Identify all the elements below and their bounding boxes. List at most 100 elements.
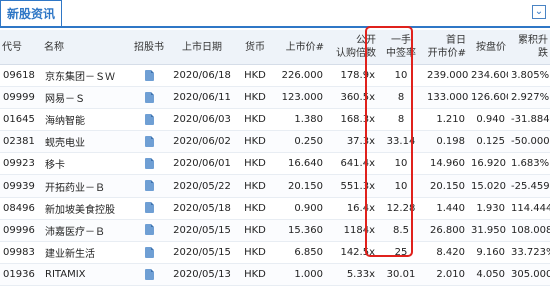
table-row[interactable]: 08496 新加坡美食控股 2020/05/18 HKD 0.900 16.4x 12.28… bbox=[0, 197, 550, 220]
column-header-name[interactable]: 名称 bbox=[42, 30, 130, 65]
first-day-open: 1.440 bbox=[424, 197, 468, 220]
table-row[interactable]: 01936 RITAMIX 2020/05/13 HKD 1.000 5.33x 30.01… bbox=[0, 263, 550, 286]
listing-date: 2020/05/13 bbox=[168, 263, 236, 286]
prospectus-document-icon[interactable] bbox=[144, 69, 154, 81]
stock-code[interactable]: 09999 bbox=[0, 86, 42, 110]
table-row[interactable]: 09939 开拓药业－Ｂ 2020/05/22 HKD 20.150 551.3x 10 20… bbox=[0, 174, 550, 198]
prospectus-link[interactable] bbox=[130, 241, 168, 264]
stock-code[interactable]: 09618 bbox=[0, 64, 42, 88]
stock-name[interactable]: RITAMIX bbox=[42, 263, 130, 286]
prospectus-link[interactable] bbox=[130, 108, 168, 132]
lot-success-rate: 8 bbox=[378, 108, 424, 132]
stock-code[interactable]: 02381 bbox=[0, 130, 42, 154]
listing-date: 2020/05/15 bbox=[168, 219, 236, 242]
prospectus-document-icon[interactable] bbox=[144, 158, 154, 170]
prospectus-document-icon[interactable] bbox=[144, 113, 154, 125]
tab-new-stock-info[interactable]: 新股资讯 bbox=[0, 0, 62, 26]
column-header-prospectus[interactable]: 招股书 bbox=[130, 30, 168, 65]
first-day-open: 239.000 bbox=[424, 64, 468, 88]
stock-code[interactable]: 01645 bbox=[0, 108, 42, 132]
last-price: 4.050 bbox=[468, 263, 508, 286]
prospectus-document-icon[interactable] bbox=[144, 224, 154, 236]
last-price: 15.020 bbox=[468, 174, 508, 198]
table-row[interactable]: 09923 移卡 2020/06/01 HKD 16.640 641.4x 10 14.960… bbox=[0, 152, 550, 176]
prospectus-document-icon[interactable] bbox=[144, 91, 154, 103]
table-row[interactable]: 09983 建业新生活 2020/05/15 HKD 6.850 142.5x 25 8.42… bbox=[0, 241, 550, 264]
prospectus-document-icon[interactable] bbox=[144, 202, 154, 214]
column-header-cumulative-change[interactable]: 累积升跌 bbox=[508, 30, 550, 65]
lot-success-rate: 10 bbox=[378, 64, 424, 88]
column-header-first-day-open[interactable]: 首日 开市价# bbox=[424, 30, 468, 65]
currency: HKD bbox=[236, 174, 274, 198]
table-row[interactable]: 09996 沛嘉医疗－Ｂ 2020/05/15 HKD 15.360 1184x 8.5 26… bbox=[0, 219, 550, 242]
lot-success-rate: 8.5 bbox=[378, 219, 424, 242]
prospectus-link[interactable] bbox=[130, 130, 168, 154]
section-header: 新股资讯 ⌄ bbox=[0, 0, 550, 28]
stock-code[interactable]: 09923 bbox=[0, 152, 42, 176]
prospectus-link[interactable] bbox=[130, 197, 168, 220]
last-price: 126.600 bbox=[468, 86, 508, 110]
currency: HKD bbox=[236, 263, 274, 286]
stock-name[interactable]: 京东集团－ＳＷ bbox=[42, 64, 130, 88]
column-header-lot-rate[interactable]: 一手 中签率 bbox=[378, 30, 424, 65]
stock-code[interactable]: 09983 bbox=[0, 241, 42, 264]
prospectus-document-icon[interactable] bbox=[144, 136, 154, 148]
lot-success-rate: 10 bbox=[378, 174, 424, 198]
listing-date: 2020/06/18 bbox=[168, 64, 236, 88]
listing-price: 20.150 bbox=[274, 174, 326, 198]
prospectus-document-icon[interactable] bbox=[144, 246, 154, 258]
chevron-down-icon[interactable]: ⌄ bbox=[532, 5, 546, 19]
prospectus-link[interactable] bbox=[130, 86, 168, 110]
first-day-open: 26.800 bbox=[424, 219, 468, 242]
currency: HKD bbox=[236, 108, 274, 132]
lot-success-rate: 8 bbox=[378, 86, 424, 110]
first-day-open: 2.010 bbox=[424, 263, 468, 286]
last-price: 31.950 bbox=[468, 219, 508, 242]
stock-name[interactable]: 蚬壳电业 bbox=[42, 130, 130, 154]
cumulative-change: 108.008% bbox=[508, 219, 550, 242]
stock-code[interactable]: 08496 bbox=[0, 197, 42, 220]
subscription-multiple: 178.9x bbox=[326, 64, 378, 88]
column-header-subscription[interactable]: 公开 认购倍数 bbox=[326, 30, 378, 65]
stock-name[interactable]: 移卡 bbox=[42, 152, 130, 176]
column-header-last-price[interactable]: 按盘价 bbox=[468, 30, 508, 65]
prospectus-link[interactable] bbox=[130, 152, 168, 176]
stock-name[interactable]: 开拓药业－Ｂ bbox=[42, 174, 130, 198]
listing-date: 2020/05/18 bbox=[168, 197, 236, 220]
stock-code[interactable]: 09939 bbox=[0, 174, 42, 198]
first-day-open: 14.960 bbox=[424, 152, 468, 176]
cumulative-change: 114.444% bbox=[508, 197, 550, 220]
column-header-listing-date[interactable]: 上市日期 bbox=[168, 30, 236, 65]
lot-success-rate: 12.28 bbox=[378, 197, 424, 220]
last-price: 0.940 bbox=[468, 108, 508, 132]
currency: HKD bbox=[236, 197, 274, 220]
table-row[interactable]: 02381 蚬壳电业 2020/06/02 HKD 0.250 37.3x 33.14 0.1… bbox=[0, 130, 550, 154]
prospectus-link[interactable] bbox=[130, 263, 168, 286]
listing-price: 1.000 bbox=[274, 263, 326, 286]
stock-name[interactable]: 海纳智能 bbox=[42, 108, 130, 132]
prospectus-document-icon[interactable] bbox=[144, 180, 154, 192]
table-row[interactable]: 01645 海纳智能 2020/06/03 HKD 1.380 168.3x 8 1.210 0… bbox=[0, 108, 550, 132]
stock-name[interactable]: 新加坡美食控股 bbox=[42, 197, 130, 220]
first-day-open: 133.000 bbox=[424, 86, 468, 110]
stock-code[interactable]: 09996 bbox=[0, 219, 42, 242]
last-price: 0.125 bbox=[468, 130, 508, 154]
prospectus-document-icon[interactable] bbox=[144, 268, 154, 280]
table-row[interactable]: 09618 京东集团－ＳＷ 2020/06/18 HKD 226.000 178.9x 10… bbox=[0, 64, 550, 88]
stock-name[interactable]: 沛嘉医疗－Ｂ bbox=[42, 219, 130, 242]
subscription-multiple: 37.3x bbox=[326, 130, 378, 154]
stock-name[interactable]: 网易－Ｓ bbox=[42, 86, 130, 110]
stock-code[interactable]: 01936 bbox=[0, 263, 42, 286]
cumulative-change: 2.927% bbox=[508, 86, 550, 110]
column-header-code[interactable]: 代号 bbox=[0, 30, 42, 65]
last-price: 234.600 bbox=[468, 64, 508, 88]
stock-name[interactable]: 建业新生活 bbox=[42, 241, 130, 264]
prospectus-link[interactable] bbox=[130, 64, 168, 88]
table-row[interactable]: 09999 网易－Ｓ 2020/06/11 HKD 123.000 360.5x 8 133.… bbox=[0, 86, 550, 110]
last-price: 1.930 bbox=[468, 197, 508, 220]
prospectus-link[interactable] bbox=[130, 219, 168, 242]
column-header-listing-price[interactable]: 上市价# bbox=[274, 30, 326, 65]
listing-date: 2020/06/03 bbox=[168, 108, 236, 132]
prospectus-link[interactable] bbox=[130, 174, 168, 198]
column-header-currency[interactable]: 货币 bbox=[236, 30, 274, 65]
